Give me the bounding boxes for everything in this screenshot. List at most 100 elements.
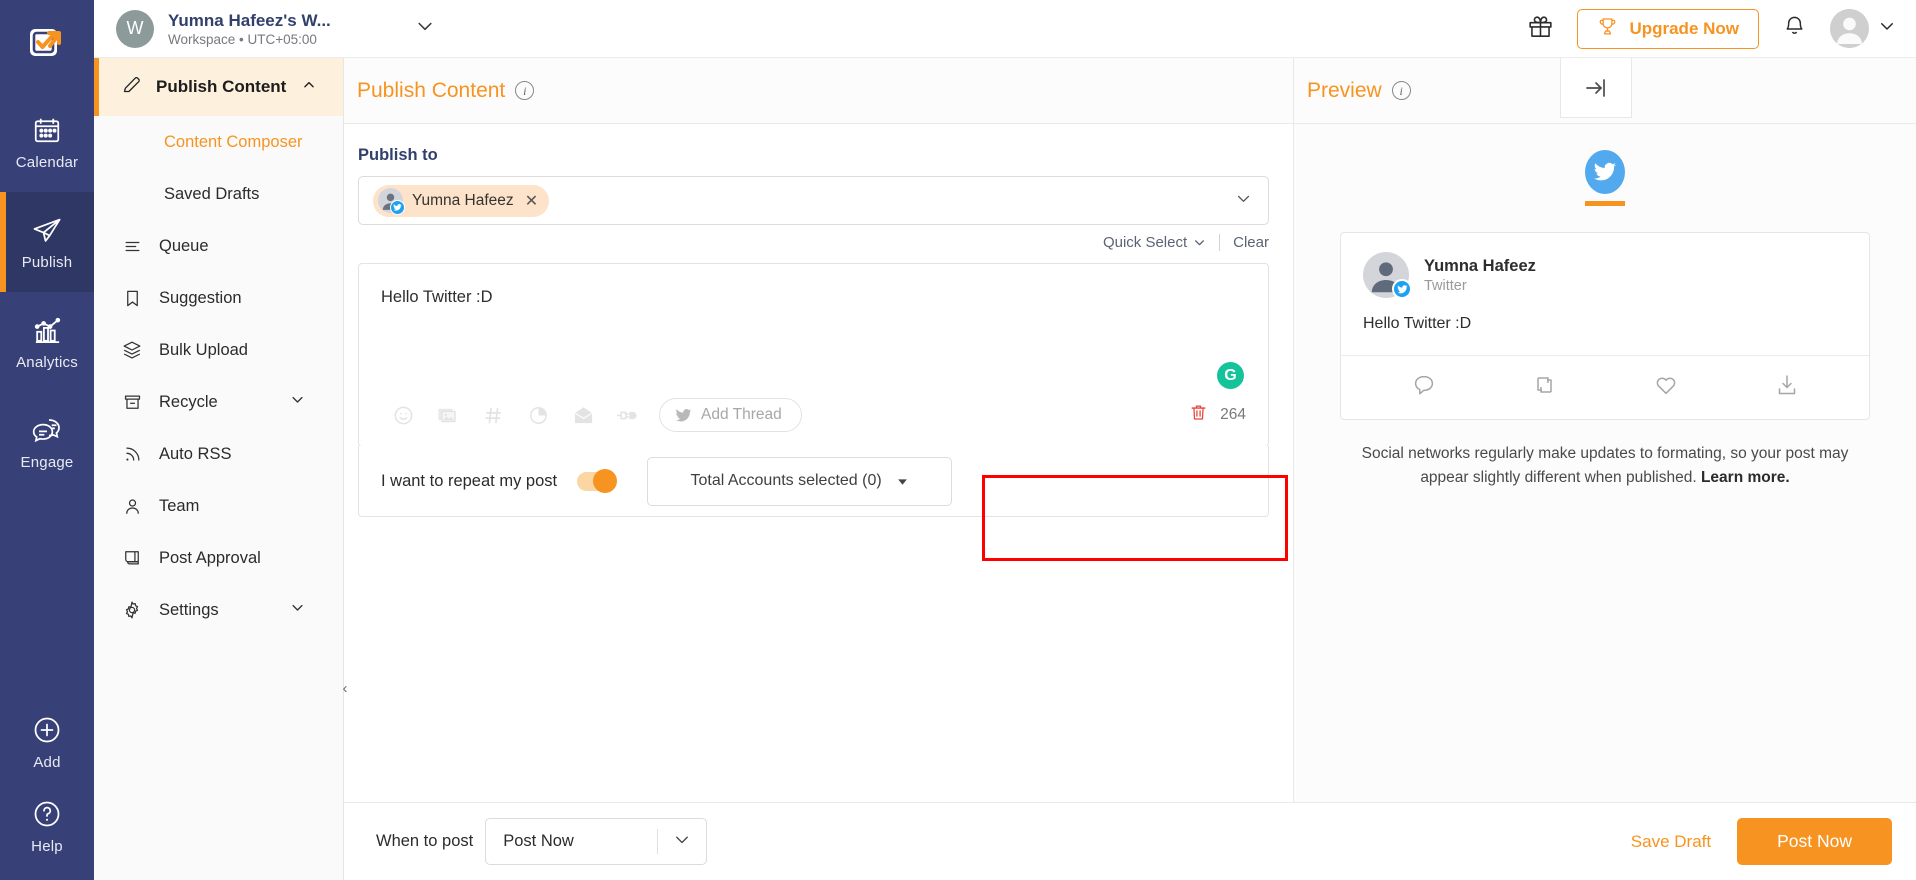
preview-network-label: Twitter [1424,277,1467,294]
sidebar-item-label: Suggestion [159,288,242,307]
sidebar-item-queue[interactable]: Queue [94,220,343,272]
save-draft-button[interactable]: Save Draft [1631,832,1711,852]
chevron-down-icon[interactable] [290,600,305,620]
preview-body: Yumna Hafeez Twitter Hello Twitter :D So… [1294,124,1916,490]
twitter-icon [1585,150,1625,194]
sidebar-sub-label: Saved Drafts [164,184,260,203]
retweet-icon[interactable] [1533,373,1557,402]
reply-icon[interactable] [1412,373,1436,402]
chevron-up-icon [302,78,316,97]
top-bar: W Yumna Hafeez's W... Workspace • UTC+05… [94,0,1916,58]
preview-post-card: Yumna Hafeez Twitter Hello Twitter :D [1340,232,1870,420]
editor-toolbar: Add Thread 264 [359,384,1268,446]
main-body: Publish Content i Publish to Yumna Hafee… [344,58,1916,880]
post-editor-textarea[interactable]: Hello Twitter :D [359,264,1268,384]
share-icon[interactable] [1775,373,1799,402]
gift-icon[interactable] [1527,13,1554,45]
chevron-down-icon [1195,240,1205,246]
preview-post-header: Yumna Hafeez Twitter [1341,233,1869,299]
repeat-post-toggle[interactable] [577,469,618,493]
workspace-text-block: Yumna Hafeez's W... Workspace • UTC+05:0… [168,11,331,47]
sidebar-item-team[interactable]: Team [94,480,343,532]
rail-item-calendar[interactable]: Calendar [0,92,94,192]
primary-nav-rail: Calendar Publish Analytics Engage Add He… [0,0,94,880]
chevron-down-icon[interactable] [1235,190,1252,212]
account-chip-yumna-hafeez[interactable]: Yumna Hafeez ✕ [373,184,550,217]
chevron-down-icon [1878,17,1896,40]
trophy-icon [1597,16,1618,42]
user-icon [121,497,143,516]
clear-button[interactable]: Clear [1233,234,1269,251]
sidebar-item-settings[interactable]: Settings [94,584,343,636]
question-circle-icon [30,797,64,831]
sidebar-header-publish-content[interactable]: Publish Content [94,58,343,116]
rail-item-analytics[interactable]: Analytics [0,292,94,392]
quick-select-row: Quick Select Clear [358,234,1269,251]
bottom-bar-actions: Save Draft Post Now [1631,818,1892,865]
workspace-title: Yumna Hafeez's W... [168,10,331,30]
info-icon[interactable]: i [1391,81,1411,100]
arrow-right-to-bar-icon [1586,78,1605,97]
like-icon[interactable] [1654,373,1678,402]
paper-plane-icon [30,213,64,247]
caret-down-icon [897,478,907,485]
avatar [1363,252,1412,299]
composer-panel-header: Publish Content i [344,58,1293,124]
collapse-composer-button[interactable] [1560,58,1632,118]
image-icon[interactable] [426,395,471,435]
collapse-sidebar-button[interactable]: ‹ [338,671,352,705]
preview-author-name: Yumna Hafeez [1424,256,1536,275]
email-icon[interactable] [561,395,606,435]
twitter-icon [675,408,692,421]
sidebar-item-saved-drafts[interactable]: Saved Drafts [94,168,343,220]
secondary-sidebar: Publish Content Content Composer Saved D… [94,0,344,880]
emoji-icon[interactable] [381,395,426,435]
quick-select-label: Quick Select [1102,234,1188,251]
toolbar-right-group: 264 [1189,403,1246,427]
bell-icon[interactable] [1782,14,1807,44]
when-to-post-label: When to post [376,832,474,850]
sidebar-item-recycle[interactable]: Recycle [94,376,343,428]
preview-network-tab-twitter[interactable] [1575,150,1635,206]
rail-item-add[interactable]: Add [0,700,94,784]
total-accounts-label: Total Accounts selected (0) [690,472,882,489]
chevron-down-icon[interactable] [415,16,435,41]
preview-author-block: Yumna Hafeez Twitter [1424,257,1536,294]
rail-label: Calendar [15,154,79,171]
sidebar-item-auto-rss[interactable]: Auto RSS [94,428,343,480]
sidebar-item-bulk-upload[interactable]: Bulk Upload [94,324,343,376]
app-logo[interactable] [19,14,75,70]
sidebar-item-label: Bulk Upload [159,340,248,359]
sidebar-item-content-composer[interactable]: Content Composer [94,116,343,168]
trash-icon[interactable] [1189,403,1208,427]
hashtag-icon[interactable] [471,395,516,435]
user-menu[interactable] [1830,9,1896,48]
sidebar-item-label: Post Approval [159,548,261,567]
add-thread-wrap: Add Thread [659,398,802,432]
chart-pie-icon[interactable] [516,395,561,435]
add-thread-button[interactable]: Add Thread [659,398,802,432]
list-icon [121,237,143,256]
sidebar-item-label: Settings [159,600,219,619]
total-accounts-select[interactable]: Total Accounts selected (0) [647,456,953,506]
when-to-post-select[interactable]: Post Now [485,818,708,865]
workspace-switcher[interactable]: W Yumna Hafeez's W... Workspace • UTC+05… [116,9,435,48]
calendar-icon [30,113,64,147]
rail-item-help[interactable]: Help [0,784,94,868]
rail-item-engage[interactable]: Engage [0,392,94,492]
publish-to-select[interactable]: Yumna Hafeez ✕ [358,176,1269,225]
info-icon[interactable]: i [515,81,535,100]
sidebar-item-post-approval[interactable]: Post Approval [94,532,343,584]
post-now-button[interactable]: Post Now [1737,818,1892,865]
upgrade-now-button[interactable]: Upgrade Now [1577,8,1759,49]
chevron-down-icon[interactable] [290,392,305,412]
sidebar-item-suggestion[interactable]: Suggestion [94,272,343,324]
quick-select-dropdown[interactable]: Quick Select [1103,234,1206,251]
upgrade-now-label: Upgrade Now [1629,18,1739,38]
rail-label: Publish [21,254,73,271]
plug-icon[interactable] [606,395,651,435]
learn-more-link[interactable]: Learn more. [1701,469,1790,486]
close-icon[interactable]: ✕ [525,191,538,211]
rail-item-publish[interactable]: Publish [0,192,94,292]
publish-to-label: Publish to [358,146,438,164]
